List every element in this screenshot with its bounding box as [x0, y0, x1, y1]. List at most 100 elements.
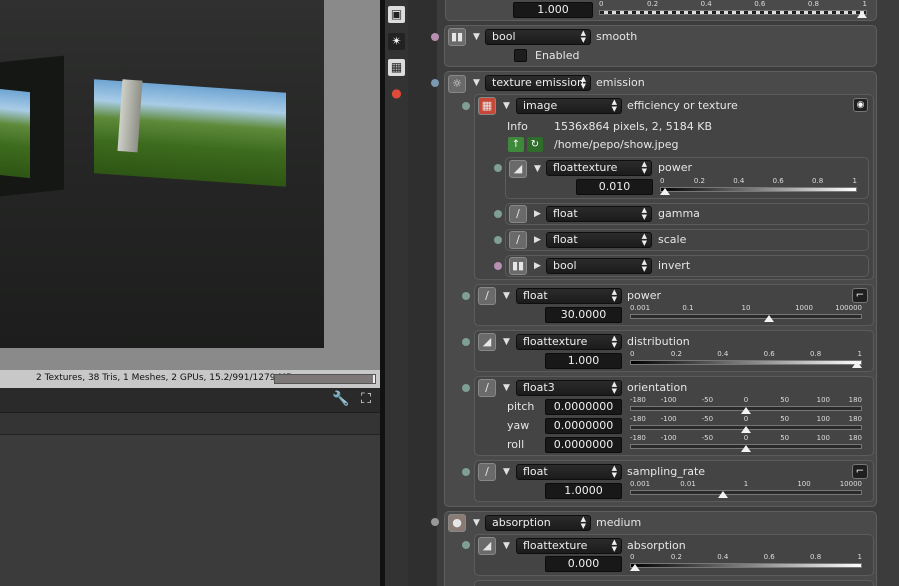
texture-icon[interactable]: ▦ [388, 59, 405, 76]
sampling-rate-slider[interactable]: 0.001 0.01 1 100 10000 [630, 480, 862, 500]
socket-dot[interactable] [462, 338, 470, 346]
expand-triangle[interactable]: ▼ [534, 163, 544, 175]
socket-dot[interactable] [494, 164, 502, 172]
socket-dot[interactable] [494, 210, 502, 218]
image-type-select[interactable]: image ▲ ▼ [516, 98, 622, 114]
expand-triangle[interactable]: ▼ [503, 100, 513, 112]
absorption-type-select[interactable]: floattexture ▲ ▼ [516, 538, 622, 554]
emission-type-select[interactable]: texture emission ▲ ▼ [485, 75, 591, 91]
wrench-icon[interactable]: 🔧 [332, 391, 349, 407]
power-type-label: float [523, 289, 548, 302]
medium-type-label: absorption [492, 516, 551, 529]
socket-dot[interactable] [462, 102, 470, 110]
material-icon[interactable]: ● [388, 85, 405, 102]
smooth-type-select[interactable]: bool ▲ ▼ [485, 29, 591, 45]
slider-tick-label: 50 [780, 434, 790, 442]
absorption-slider[interactable]: 0 0.2 0.4 0.6 0.8 1 [630, 553, 862, 573]
top-value-field[interactable]: 1.000 [513, 2, 593, 18]
orientation-type-select[interactable]: float3 ▲ ▼ [516, 380, 622, 396]
expand-triangle[interactable]: ▼ [473, 517, 483, 529]
slider-thumb[interactable] [741, 407, 751, 414]
fullscreen-icon[interactable]: ⛶ [358, 391, 374, 407]
power-tex-value-field[interactable]: 0.010 [576, 179, 653, 195]
slider-track[interactable] [660, 187, 857, 192]
expand-triangle[interactable]: ▼ [503, 540, 513, 552]
gamma-type-select[interactable]: float ▲ ▼ [546, 206, 652, 222]
slider-track[interactable] [630, 314, 862, 319]
slider-thumb[interactable] [717, 491, 728, 498]
slider-track[interactable] [630, 490, 862, 495]
yaw-value-field[interactable]: 0.0000000 [545, 418, 622, 434]
expand-triangle[interactable]: ▼ [473, 77, 483, 89]
slider-thumb[interactable] [852, 361, 862, 368]
sampling-rate-value-field[interactable]: 1.0000 [545, 483, 622, 499]
viewport-toolbar: 🔧 ⛶ [0, 388, 380, 412]
load-image-icon[interactable]: ↑ [508, 137, 524, 152]
distribution-type-select[interactable]: floattexture ▲ ▼ [516, 334, 622, 350]
distribution-value-field[interactable]: 1.000 [545, 353, 622, 369]
socket-dot[interactable] [431, 33, 439, 41]
reload-icon[interactable]: ↻ [527, 137, 543, 152]
slider-thumb[interactable] [630, 564, 640, 571]
expand-triangle[interactable]: ▼ [503, 336, 513, 348]
collapse-triangle[interactable]: ▶ [534, 234, 544, 246]
slider-thumb[interactable] [741, 426, 751, 433]
select-arrows-icon: ▲ ▼ [580, 515, 586, 530]
slider-track[interactable] [599, 10, 867, 15]
medium-type-select[interactable]: absorption ▲ ▼ [485, 515, 591, 531]
select-arrows-icon: ▲ ▼ [611, 288, 617, 303]
socket-dot[interactable] [462, 468, 470, 476]
expand-triangle[interactable]: ▼ [503, 382, 513, 394]
sun-icon[interactable]: ✴ [388, 33, 405, 50]
roll-slider[interactable]: -180 -100 -50 0 50 100 180 [630, 434, 862, 454]
slider-ticks: 0 0.2 0.4 0.6 0.8 1 [660, 177, 857, 186]
invert-name: invert [658, 259, 691, 272]
slider-tick-label: 100 [816, 434, 831, 442]
absorption-value-field[interactable]: 0.000 [545, 556, 622, 572]
top-value-slider[interactable]: 0 0.2 0.4 0.6 0.8 1 [599, 0, 867, 20]
slider-thumb[interactable] [764, 315, 775, 322]
expand-triangle[interactable]: ▼ [503, 466, 513, 478]
slider-tick-label: 0.8 [807, 0, 819, 8]
lower-pane [0, 412, 380, 586]
slider-thumb[interactable] [741, 445, 751, 452]
socket-dot[interactable] [462, 384, 470, 392]
socket-dot[interactable] [462, 541, 470, 549]
distribution-slider[interactable]: 0 0.2 0.4 0.6 0.8 1 [630, 350, 862, 370]
expand-triangle[interactable]: ▼ [473, 31, 483, 43]
slider-track[interactable] [630, 360, 862, 365]
socket-dot[interactable] [494, 236, 502, 244]
render-viewport[interactable]: 2 Textures, 38 Tris, 1 Meshes, 2 GPUs, 1… [0, 0, 380, 388]
image-icon[interactable]: ▣ [388, 6, 405, 23]
pitch-slider[interactable]: -180 -100 -50 0 50 100 180 [630, 396, 862, 416]
power-value-field[interactable]: 30.0000 [545, 307, 622, 323]
yaw-slider[interactable]: -180 -100 -50 0 50 100 180 [630, 415, 862, 435]
power-type-select[interactable]: float ▲ ▼ [516, 288, 622, 304]
expand-triangle[interactable]: ▼ [503, 290, 513, 302]
collapse-triangle[interactable]: ▶ [534, 208, 544, 220]
invert-type-select[interactable]: bool ▲ ▼ [546, 258, 652, 274]
power-tex-type-select[interactable]: floattexture ▲ ▼ [546, 160, 652, 176]
slider-thumb[interactable] [857, 11, 867, 18]
smooth-checkbox[interactable] [514, 49, 527, 62]
power-slider[interactable]: 0.001 0.1 10 1000 100000 [630, 304, 862, 324]
collapse-triangle[interactable]: ▶ [534, 260, 544, 272]
curve-icon[interactable]: ⌐ [852, 288, 868, 303]
pitch-value-field[interactable]: 0.0000000 [545, 399, 622, 415]
socket-dot[interactable] [494, 262, 502, 270]
roll-value-field[interactable]: 0.0000000 [545, 437, 622, 453]
slider-tick-label: 0.01 [680, 480, 696, 488]
sampling-rate-type-select[interactable]: float ▲ ▼ [516, 464, 622, 480]
emission-name: emission [596, 76, 645, 89]
render-scene[interactable] [0, 0, 324, 348]
socket-dot[interactable] [462, 292, 470, 300]
slider-track[interactable] [630, 563, 862, 568]
socket-dot[interactable] [431, 518, 439, 526]
curve-icon[interactable]: ⌐ [852, 464, 868, 479]
scale-type-select[interactable]: float ▲ ▼ [546, 232, 652, 248]
socket-dot[interactable] [431, 79, 439, 87]
power-tex-slider[interactable]: 0 0.2 0.4 0.6 0.8 1 [660, 177, 857, 197]
slider-thumb[interactable] [660, 188, 670, 195]
slider-tick-label: 10000 [839, 480, 862, 488]
eye-icon[interactable]: ◉ [853, 98, 868, 112]
